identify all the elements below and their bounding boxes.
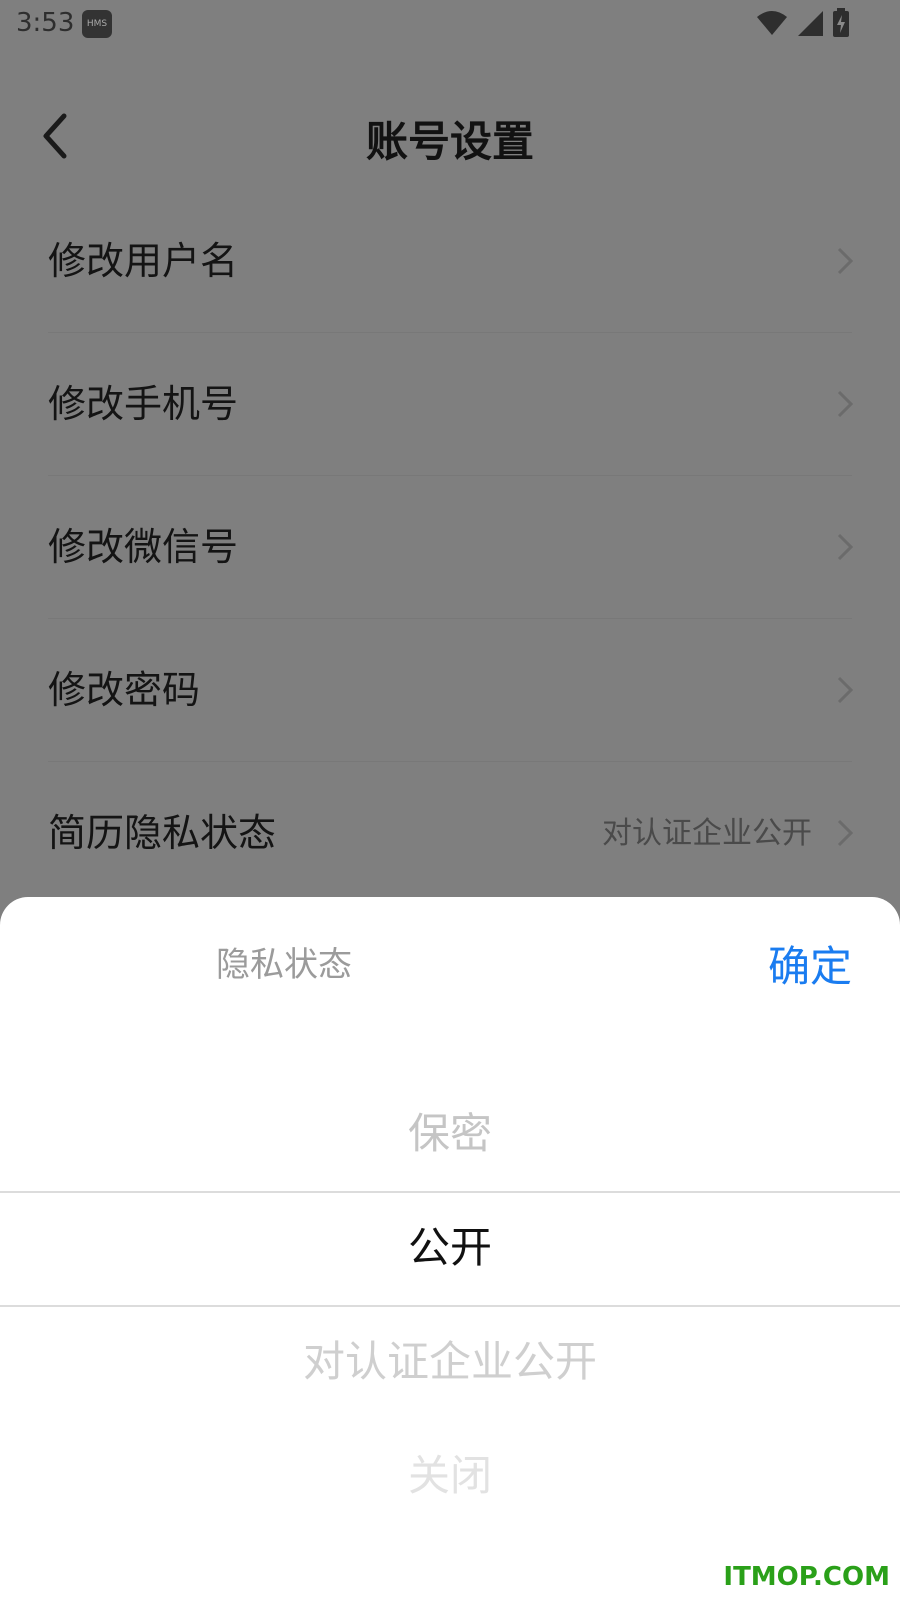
watermark: ITMOP.COM bbox=[723, 1562, 890, 1592]
settings-item-wechat[interactable]: 修改微信号 bbox=[0, 476, 900, 619]
picker-option[interactable]: 保密 bbox=[0, 1077, 900, 1191]
settings-item-label: 简历隐私状态 bbox=[48, 811, 277, 855]
wifi-icon bbox=[757, 11, 787, 35]
option-picker[interactable]: 保密 公开 对认证企业公开 关闭 bbox=[0, 1077, 900, 1600]
status-time: 3:53 bbox=[16, 8, 75, 38]
picker-option[interactable]: 对认证企业公开 bbox=[0, 1305, 900, 1419]
chevron-right-icon bbox=[837, 819, 854, 847]
settings-item-label: 修改用户名 bbox=[48, 239, 239, 283]
settings-item-resume-privacy[interactable]: 简历隐私状态 对认证企业公开 bbox=[0, 762, 900, 905]
settings-item-value: 对认证企业公开 bbox=[602, 816, 812, 851]
settings-item-password[interactable]: 修改密码 bbox=[0, 619, 900, 762]
picker-option-selected[interactable]: 公开 bbox=[0, 1191, 900, 1305]
settings-list: 修改用户名 修改手机号 修改微信号 修改密码 简历隐私状态 对认证企业公开 bbox=[0, 190, 900, 905]
app-bar: 账号设置 bbox=[0, 80, 900, 190]
chevron-right-icon bbox=[837, 390, 854, 418]
privacy-picker-sheet: 隐私状态 确定 保密 公开 对认证企业公开 关闭 ITMOP.COM bbox=[0, 897, 900, 1600]
chevron-right-icon bbox=[837, 533, 854, 561]
sheet-title: 隐私状态 bbox=[216, 945, 352, 985]
page-title: 账号设置 bbox=[365, 117, 534, 166]
picker-option[interactable]: 关闭 bbox=[0, 1419, 900, 1533]
settings-item-username[interactable]: 修改用户名 bbox=[0, 190, 900, 333]
settings-item-label: 修改密码 bbox=[48, 668, 201, 712]
confirm-button[interactable]: 确定 bbox=[768, 933, 852, 994]
status-bar: 3:53 HMS bbox=[0, 0, 900, 50]
settings-item-label: 修改手机号 bbox=[48, 382, 239, 426]
signal-icon bbox=[798, 11, 823, 36]
settings-item-phone[interactable]: 修改手机号 bbox=[0, 333, 900, 476]
settings-item-label: 修改微信号 bbox=[48, 525, 239, 569]
battery-charging-icon bbox=[833, 8, 849, 37]
chevron-right-icon bbox=[837, 676, 854, 704]
hms-badge: HMS bbox=[82, 10, 112, 38]
system-icons bbox=[756, 8, 850, 38]
chevron-right-icon bbox=[837, 247, 854, 275]
